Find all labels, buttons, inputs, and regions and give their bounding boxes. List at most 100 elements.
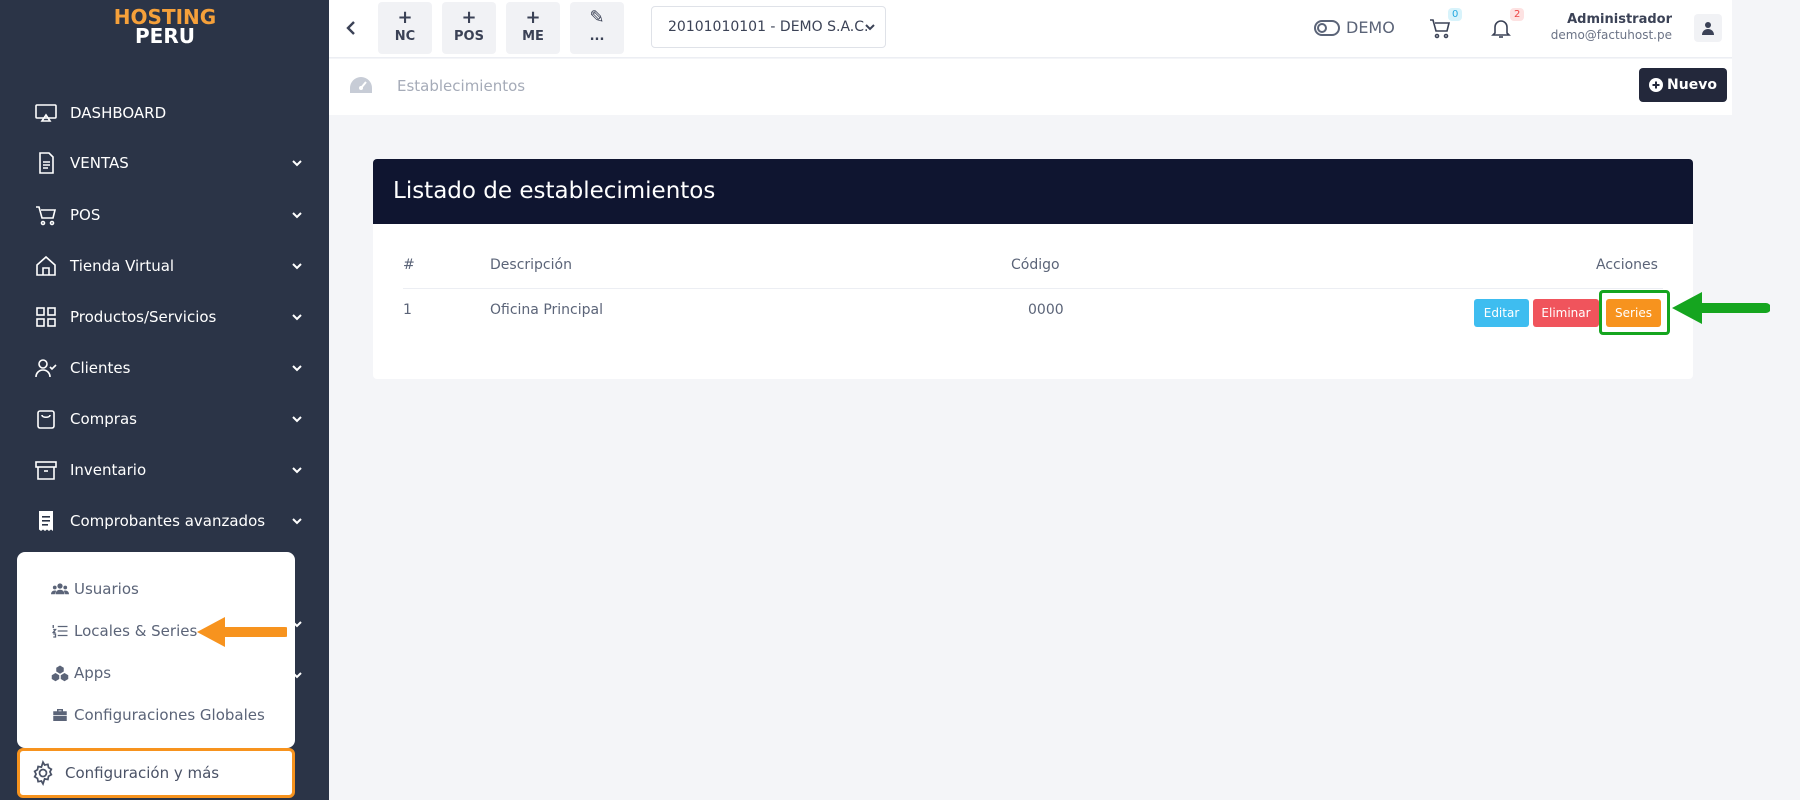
chevron-down-icon — [292, 518, 302, 525]
config-label: Configuración y más — [65, 764, 220, 782]
submenu-item-label: Configuraciones Globales — [74, 706, 265, 724]
sidebar: HOSTING PERU DASHBOARD VENTAS POS Tienda… — [0, 0, 329, 800]
plus-icon: + — [461, 7, 477, 28]
sidebar-item-label: Compras — [70, 410, 137, 428]
gear-icon — [33, 760, 53, 786]
edit-button[interactable]: Editar — [1474, 299, 1529, 327]
sidebar-item-label: Inventario — [70, 461, 147, 479]
submenu-item-label: Usuarios — [74, 580, 139, 598]
chevron-left-icon[interactable] — [343, 18, 359, 38]
sidebar-item-compras[interactable]: Compras — [0, 397, 329, 441]
company-select-value: 20101010101 - DEMO S.A.C. — [668, 19, 869, 35]
column-header-description: Descripción — [490, 257, 572, 273]
column-header-code: Código — [1011, 257, 1060, 273]
demo-toggle[interactable]: DEMO — [1314, 18, 1395, 37]
chevron-down-icon — [292, 416, 302, 423]
plus-icon: + — [525, 7, 541, 28]
user-icon — [1702, 22, 1714, 35]
quick-label: NC — [394, 29, 416, 44]
document-icon — [39, 152, 54, 174]
series-button[interactable]: Series — [1606, 299, 1661, 327]
user-name: Administrador — [1567, 12, 1672, 27]
chevron-down-icon — [292, 212, 302, 219]
annotation-arrow-green — [1672, 292, 1770, 324]
pencil-icon: ✎ — [589, 7, 605, 28]
shopping-bag-icon — [37, 410, 55, 429]
plus-icon: + — [397, 7, 413, 28]
sidebar-item-comprobantes[interactable]: Comprobantes avanzados — [0, 499, 329, 543]
sidebar-item-label: Clientes — [70, 359, 131, 377]
sidebar-item-label: Productos/Servicios — [70, 308, 217, 326]
receipt-icon — [39, 511, 53, 531]
submenu-item-usuarios[interactable]: Usuarios — [51, 576, 139, 602]
sidebar-item-label: POS — [70, 206, 101, 224]
bell-icon[interactable] — [1489, 16, 1513, 40]
quick-pos-button[interactable]: + POS — [442, 2, 496, 54]
establishments-card: Listado de establecimientos # Descripció… — [373, 159, 1693, 379]
cart-icon — [36, 206, 57, 226]
sidebar-item-dashboard[interactable]: DASHBOARD — [0, 91, 329, 135]
logo[interactable]: HOSTING PERU — [110, 7, 220, 48]
user-email: demo@factuhost.pe — [1550, 28, 1672, 42]
sidebar-item-label: DASHBOARD — [70, 104, 167, 122]
quick-me-button[interactable]: + ME — [506, 2, 560, 54]
monitor-icon — [35, 104, 57, 122]
demo-label: DEMO — [1346, 18, 1395, 37]
submenu-item-label: Locales & Series — [74, 622, 198, 640]
quick-label: POS — [454, 29, 484, 44]
submenu-item-configuraciones-globales[interactable]: Configuraciones Globales — [51, 702, 265, 728]
new-button[interactable]: Nuevo — [1639, 68, 1727, 102]
archive-icon — [35, 461, 57, 480]
toolbox-icon — [53, 709, 67, 721]
cart-badge: 0 — [1448, 8, 1463, 21]
topbar: + NC + POS + ME ✎ ... 20101010101 - DEMO… — [329, 0, 1732, 58]
row-divider — [403, 288, 1663, 289]
notification-badge: 2 — [1510, 8, 1525, 21]
quick-label: ... — [589, 29, 605, 44]
cubes-icon — [51, 665, 69, 682]
config-submenu: Usuarios Locales & Series Apps Configura… — [17, 552, 295, 748]
breadcrumb: Establecimientos Nuevo — [329, 59, 1732, 115]
card-header: Listado de establecimientos — [373, 159, 1693, 224]
chevron-down-icon — [292, 160, 302, 167]
submenu-item-locales-series[interactable]: Locales & Series — [51, 618, 197, 644]
chevron-down-icon — [865, 24, 875, 31]
sidebar-item-label: VENTAS — [70, 154, 129, 172]
sidebar-item-label: Tienda Virtual — [70, 257, 175, 275]
toggle-icon — [1314, 19, 1340, 36]
quick-nc-button[interactable]: + NC — [378, 2, 432, 54]
new-button-label: Nuevo — [1667, 77, 1717, 93]
quick-label: ME — [522, 29, 544, 44]
sidebar-item-pos[interactable]: POS — [0, 193, 329, 237]
sidebar-item-ventas[interactable]: VENTAS — [0, 141, 329, 185]
quick-more-button[interactable]: ✎ ... — [570, 2, 624, 54]
user-check-icon — [35, 359, 57, 378]
sidebar-item-productos[interactable]: Productos/Servicios — [0, 295, 329, 339]
column-header-actions: Acciones — [1596, 257, 1658, 273]
row-description: Oficina Principal — [490, 302, 603, 318]
annotation-arrow-orange — [197, 617, 287, 647]
avatar[interactable] — [1694, 14, 1722, 42]
column-header-number: # — [403, 257, 415, 273]
tachometer-icon — [350, 77, 372, 93]
submenu-item-apps[interactable]: Apps — [51, 660, 111, 686]
logo-line2: PERU — [135, 24, 195, 48]
plus-circle-icon — [1649, 78, 1664, 92]
list-icon — [51, 625, 68, 638]
row-code: 0000 — [1028, 302, 1064, 318]
sidebar-item-tienda-virtual[interactable]: Tienda Virtual — [0, 244, 329, 288]
sidebar-item-inventario[interactable]: Inventario — [0, 448, 329, 492]
delete-button[interactable]: Eliminar — [1533, 299, 1599, 327]
company-select[interactable]: 20101010101 - DEMO S.A.C. — [651, 6, 886, 48]
page-title: Establecimientos — [397, 77, 526, 95]
card-title: Listado de establecimientos — [393, 178, 716, 204]
row-number: 1 — [403, 302, 412, 318]
grid-icon — [36, 307, 56, 327]
chevron-down-icon — [292, 467, 302, 474]
sidebar-item-label: Comprobantes avanzados — [70, 512, 266, 530]
sidebar-item-configuracion[interactable]: Configuración y más — [17, 748, 295, 798]
chevron-down-icon — [292, 365, 302, 372]
sidebar-item-clientes[interactable]: Clientes — [0, 346, 329, 390]
submenu-item-label: Apps — [74, 664, 112, 682]
chevron-down-icon — [292, 263, 302, 270]
